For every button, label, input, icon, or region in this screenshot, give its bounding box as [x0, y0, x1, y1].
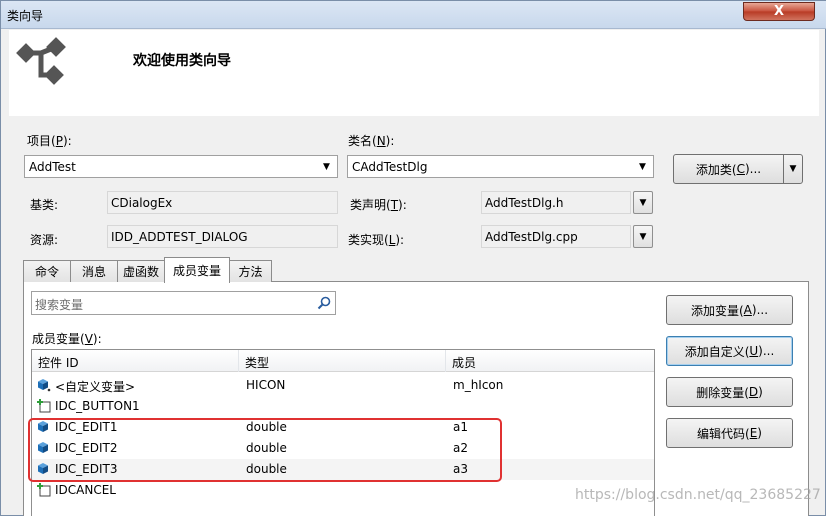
base-class-field: CDialogEx [107, 191, 338, 214]
class-decl-field: AddTestDlg.h [481, 191, 631, 214]
table-row[interactable]: <自定义变量> HICON m_hIcon [32, 375, 654, 396]
row-control-id: IDC_BUTTON1 [55, 399, 140, 413]
class-wizard-icon [16, 37, 66, 85]
add-custom-button[interactable]: 添加自定义(U)... [666, 336, 793, 366]
class-decl-label: 类声明(T): [350, 198, 407, 212]
class-wizard-window: 类向导 X 欢迎使用类向导 项目(P): AddTest ▼ 类名(N): CA… [0, 0, 826, 516]
title-bar: 类向导 X [1, 1, 826, 29]
add-class-button[interactable]: 添加类(C)... ▼ [673, 154, 803, 184]
window-title: 类向导 [7, 9, 44, 23]
column-type[interactable]: 类型 [239, 350, 446, 372]
project-combo[interactable]: AddTest ▼ [24, 155, 338, 178]
member-vars-label: 成员变量(V): [32, 332, 102, 346]
table-row[interactable]: IDC_BUTTON1 [32, 396, 654, 417]
column-control-id[interactable]: 控件 ID [32, 350, 239, 372]
project-value: AddTest [29, 160, 76, 174]
chevron-down-icon: ▼ [639, 197, 647, 208]
chevron-down-icon: ▼ [639, 161, 646, 172]
resource-label: 资源: [30, 233, 59, 247]
tab-virtual-functions[interactable]: 虚函数 [117, 260, 165, 282]
class-impl-dropdown[interactable]: ▼ [633, 225, 653, 248]
cube-icon [38, 379, 51, 392]
search-icon[interactable] [316, 295, 332, 311]
class-impl-field: AddTestDlg.cpp [481, 225, 631, 248]
wizard-banner: 欢迎使用类向导 [9, 30, 819, 116]
class-decl-dropdown[interactable]: ▼ [633, 191, 653, 214]
row-type: HICON [246, 378, 286, 392]
watermark: https://blog.csdn.net/qq_23685227 [575, 487, 821, 503]
tab-methods[interactable]: 方法 [229, 260, 272, 282]
tab-commands[interactable]: 命令 [23, 260, 71, 282]
control-icon [37, 399, 51, 413]
close-button[interactable]: X [743, 2, 815, 21]
class-name-combo[interactable]: CAddTestDlg ▼ [347, 155, 654, 178]
chevron-down-icon[interactable]: ▼ [784, 155, 802, 183]
chevron-down-icon: ▼ [639, 231, 647, 242]
column-member[interactable]: 成员 [446, 350, 654, 372]
project-label: 项目(P): [27, 134, 72, 148]
row-member: m_hIcon [453, 378, 504, 392]
row-control-id: IDCANCEL [55, 483, 116, 497]
add-variable-button[interactable]: 添加变量(A)... [666, 295, 793, 325]
table-row[interactable]: IDCANCEL [32, 480, 654, 501]
class-name-label: 类名(N): [348, 134, 395, 148]
class-impl-label: 类实现(L): [348, 233, 405, 247]
banner-title: 欢迎使用类向导 [133, 53, 231, 69]
edit-code-button[interactable]: 编辑代码(E) [666, 418, 793, 448]
chevron-down-icon: ▼ [323, 161, 330, 172]
add-class-main[interactable]: 添加类(C)... [674, 155, 783, 183]
search-placeholder: 搜索变量 [35, 298, 84, 312]
resource-field: IDD_ADDTEST_DIALOG [107, 225, 338, 248]
close-icon: X [773, 4, 785, 19]
search-variables-input[interactable]: 搜索变量 [31, 291, 336, 315]
list-header: 控件 ID 类型 成员 [32, 350, 654, 372]
annotation-highlight-box [28, 418, 502, 482]
tab-messages[interactable]: 消息 [70, 260, 118, 282]
delete-variable-button[interactable]: 删除变量(D) [666, 377, 793, 407]
control-icon [37, 483, 51, 497]
tab-member-variables[interactable]: 成员变量 [164, 257, 230, 283]
row-control-id: <自定义变量> [55, 380, 136, 394]
class-name-value: CAddTestDlg [352, 160, 428, 174]
base-class-label: 基类: [30, 198, 59, 212]
